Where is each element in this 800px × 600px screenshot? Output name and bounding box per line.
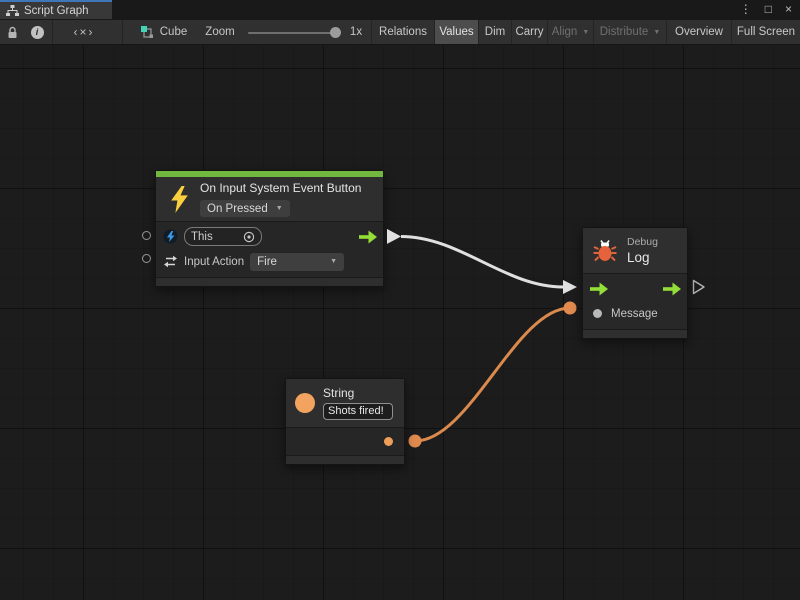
zoom-slider-track[interactable] xyxy=(248,32,336,34)
event-node-title: On Input System Event Button xyxy=(200,181,361,195)
string-node-header: String Shots fired! xyxy=(286,379,404,427)
input-action-label: Input Action xyxy=(184,256,244,268)
event-header-texts: On Input System Event Button On Pressed … xyxy=(200,181,361,218)
node-on-input-system-event-button[interactable]: On Input System Event Button On Pressed … xyxy=(155,170,384,287)
string-node-title: String xyxy=(323,386,393,400)
angle-brackets-icon: ‹×› xyxy=(74,25,95,39)
bug-icon xyxy=(592,238,618,264)
bolt-object-icon xyxy=(163,229,178,244)
string-node-body xyxy=(286,427,404,455)
close-icon[interactable]: × xyxy=(785,0,792,19)
chevron-down-icon: ▼ xyxy=(330,258,337,265)
zoom-slider-handle[interactable] xyxy=(330,27,341,38)
zoom-label: Zoom xyxy=(200,20,240,44)
graph-toolbar: i ‹×› Cube Zoom 1x Relations xyxy=(0,19,800,45)
trigger-output-port[interactable] xyxy=(663,282,681,295)
dim-toggle[interactable]: Dim xyxy=(478,20,511,44)
wire-start-triangle xyxy=(387,229,400,243)
node-string-literal[interactable]: String Shots fired! xyxy=(285,378,405,465)
input-action-icon xyxy=(163,254,178,269)
value-wire[interactable] xyxy=(415,308,570,441)
tab-title: Script Graph xyxy=(24,5,89,17)
action-dropdown[interactable]: Fire ▼ xyxy=(250,253,344,271)
string-value-input[interactable]: Shots fired! xyxy=(323,403,393,420)
carry-toggle[interactable]: Carry xyxy=(511,20,547,44)
lock-button[interactable] xyxy=(0,20,24,44)
debug-node-header: Debug Log xyxy=(583,228,687,273)
info-icon: i xyxy=(31,26,44,39)
tab-bar: Script Graph ⋮ □ × xyxy=(0,0,800,19)
string-output-port[interactable] xyxy=(384,437,393,446)
event-mode-dropdown[interactable]: On Pressed ▼ xyxy=(200,200,290,217)
event-node-body: This xyxy=(156,221,383,277)
graph-canvas[interactable]: On Input System Event Button On Pressed … xyxy=(0,45,800,600)
debug-output-port-triangle[interactable] xyxy=(692,279,706,295)
chevron-down-icon: ▼ xyxy=(582,29,589,36)
value-wire-end-dot xyxy=(564,302,577,315)
toolbar-separator xyxy=(52,20,53,44)
overview-button[interactable]: Overview xyxy=(666,20,731,44)
graph-context-label: Cube xyxy=(160,26,188,38)
replace-unit-button[interactable]: ‹×› xyxy=(58,20,110,44)
align-dropdown[interactable]: Align ▼ xyxy=(547,20,593,44)
control-wire[interactable] xyxy=(401,237,563,288)
tab-script-graph[interactable]: Script Graph xyxy=(0,0,112,19)
message-input-port[interactable] xyxy=(593,309,602,318)
value-wire-start-dot xyxy=(409,435,422,448)
control-wire-end-arrow xyxy=(563,280,577,294)
event-node-header: On Input System Event Button On Pressed … xyxy=(156,177,383,221)
target-row: This xyxy=(156,224,383,249)
string-type-icon xyxy=(295,393,315,413)
node-debug-log[interactable]: Debug Log Message xyxy=(582,227,688,339)
input-action-row: Input Action Fire ▼ xyxy=(156,249,383,274)
event-node-footer xyxy=(156,277,383,286)
unity-script-graph-window: Script Graph ⋮ □ × i ‹×› xyxy=(0,0,800,600)
window-menu-icon[interactable]: ⋮ xyxy=(740,0,752,19)
info-button[interactable]: i xyxy=(24,20,50,44)
zoom-value: 1x xyxy=(345,20,367,44)
debug-node-footer xyxy=(583,329,687,338)
object-picker-icon[interactable] xyxy=(243,231,255,243)
action-input-port[interactable] xyxy=(142,254,151,263)
window-controls: ⋮ □ × xyxy=(740,0,792,19)
target-input-port[interactable] xyxy=(142,231,151,240)
debug-node-title: Log xyxy=(627,250,658,265)
this-object-field[interactable]: This xyxy=(184,227,262,246)
graph-hierarchy-icon xyxy=(6,5,19,17)
string-header-texts: String Shots fired! xyxy=(323,386,393,427)
lock-icon xyxy=(7,26,18,39)
values-toggle[interactable]: Values xyxy=(434,20,478,44)
debug-node-category: Debug xyxy=(627,236,658,248)
chevron-down-icon: ▼ xyxy=(276,205,283,212)
graph-context-breadcrumb[interactable]: Cube xyxy=(132,20,196,44)
flow-row xyxy=(583,276,687,301)
distribute-dropdown[interactable]: Distribute ▼ xyxy=(593,20,666,44)
debug-node-body: Message xyxy=(583,273,687,329)
trigger-input-port[interactable] xyxy=(590,282,608,295)
lightning-bolt-icon xyxy=(169,186,190,213)
toolbar-toggle-group: Relations Values Dim Carry Align ▼ Distr… xyxy=(371,20,800,44)
message-row: Message xyxy=(583,301,687,326)
string-node-footer xyxy=(286,455,404,464)
maximize-icon[interactable]: □ xyxy=(765,0,772,19)
graph-asset-icon xyxy=(141,26,154,39)
fullscreen-button[interactable]: Full Screen xyxy=(731,20,800,44)
trigger-output-port[interactable] xyxy=(359,230,377,243)
relations-toggle[interactable]: Relations xyxy=(371,20,434,44)
debug-header-texts: Debug Log xyxy=(627,236,658,265)
message-label: Message xyxy=(611,308,658,320)
toolbar-separator xyxy=(122,20,123,44)
chevron-down-icon: ▼ xyxy=(653,29,660,36)
